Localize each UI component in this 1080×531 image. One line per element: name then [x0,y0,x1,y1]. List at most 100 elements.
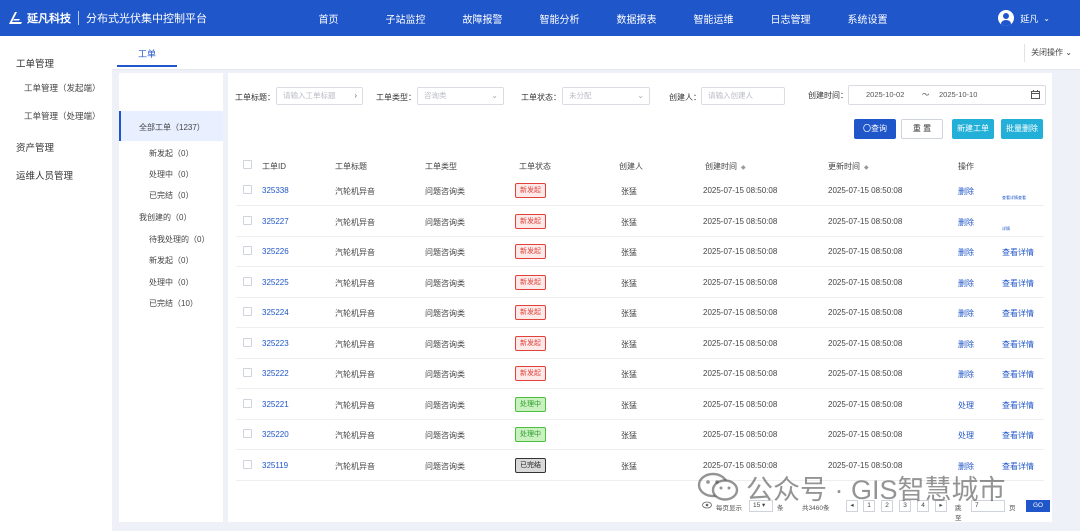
row-action-link[interactable]: 删除 [958,369,974,380]
view-detail-link[interactable]: 查看详情 [1002,430,1034,441]
filter-all[interactable]: 全部工单（1237） [139,122,205,133]
row-action-link[interactable]: 删除 [958,217,974,228]
status-filter-select[interactable]: 未分配 ⌄ [562,87,650,105]
status-badge: 已完结 [515,457,546,473]
sidebar-group-work-order[interactable]: 工单管理 [16,56,54,70]
work-order-id[interactable]: 325222 [262,369,289,378]
row-action-link[interactable]: 删除 [958,278,974,289]
row-checkbox[interactable] [243,337,252,347]
nav-smart-analysis[interactable]: 智能分析 [521,11,598,26]
status-badge: 处理中 [515,396,546,412]
view-detail-link[interactable]: 查看详情 [1002,308,1034,319]
work-order-id[interactable]: 325221 [262,400,289,409]
filter-new[interactable]: 新发起（0） [149,148,193,159]
column-header-updated[interactable]: 更新时间 ◆ [828,161,869,172]
work-order-title: 汽轮机异音 [335,187,375,196]
row-action-link[interactable]: 删除 [958,186,974,197]
row-checkbox[interactable] [243,307,252,316]
date-range-picker[interactable]: 2025-10-02 ～ 2025-10-10 [848,85,1046,105]
sidebar-item-work-order-handler[interactable]: 工单管理（处理端） [24,110,101,122]
filter-processing[interactable]: 处理中（0） [149,169,193,180]
sidebar-group-asset[interactable]: 资产管理 [16,140,54,154]
row-checkbox[interactable] [243,215,252,225]
creator: 张猛 [621,217,637,227]
work-order-id[interactable]: 325225 [262,278,289,287]
status-badge: 处理中 [515,427,546,442]
work-order-title: 汽轮机异音 [335,431,375,440]
row-action-link[interactable]: 处理 [958,400,974,411]
created-time: 2025-07-15 08:50:08 [703,308,778,317]
filter-mine-new[interactable]: 新发起（0） [149,255,193,266]
row-checkbox[interactable] [243,185,252,194]
sidebar-group-ops-staff[interactable]: 运维人员管理 [16,168,73,182]
view-detail-link[interactable]: 查看详情 [1002,339,1034,350]
sort-icon: ◆ [864,165,869,171]
user-avatar-icon [998,10,1015,26]
view-detail-link[interactable]: 查看详情 [1002,461,1034,472]
reset-button[interactable]: 重 置 [901,119,943,139]
close-operations-label: 关闭操作 [1031,48,1064,57]
column-header-created[interactable]: 创建时间 ◆ [705,161,746,172]
work-order-id[interactable]: 325227 [262,217,289,226]
row-action-link[interactable]: 删除 [958,339,974,350]
new-work-order-button[interactable]: 新建工单 [952,119,994,139]
query-button[interactable]: 〇查询 [854,119,896,139]
tab-work-order[interactable]: 工单 [117,47,177,67]
filter-completed[interactable]: 已完结（0） [149,190,193,201]
row-checkbox[interactable] [243,246,252,255]
brand-name: 延凡科技 [27,13,71,25]
row-action-link[interactable]: 删除 [958,247,974,258]
work-order-id[interactable]: 325224 [262,308,289,317]
row-action-link[interactable]: 删除 [958,308,974,319]
view-detail-link[interactable]: 详情 [1002,226,1010,232]
nav-substation-monitor[interactable]: 子站监控 [367,11,444,26]
creator-filter-placeholder: 请输入创建人 [708,91,753,100]
work-order-id[interactable]: 325119 [262,461,288,470]
row-action-link[interactable]: 处理 [958,430,974,441]
type-filter-label: 工单类型： [376,93,416,102]
nav-smart-ops[interactable]: 智能运维 [675,11,752,26]
table-row: 325226 汽轮机异音 问题咨询类 新发起 张猛 2025-07-15 08:50:08… [236,237,1044,267]
creator: 张猛 [621,461,637,471]
sidebar-item-work-order-initiator[interactable]: 工单管理（发起端） [24,82,101,94]
close-operations-button[interactable]: 关闭操作 ⌄ [1024,44,1072,62]
creator-filter-input[interactable]: 请输入创建人 [701,87,785,105]
work-order-id[interactable]: 325338 [262,186,289,195]
table-row: 325223 汽轮机异音 问题咨询类 新发起 张猛 2025-07-15 08:50:08… [236,329,1044,359]
title-divider [78,11,79,25]
row-checkbox[interactable] [243,276,252,286]
work-order-id[interactable]: 325223 [262,339,289,348]
view-detail-link[interactable]: 查看详情 [1002,247,1034,258]
row-checkbox[interactable] [243,398,252,408]
title-filter-input[interactable]: 请输入工单标题 › [276,87,363,105]
batch-delete-button[interactable]: 批量删除 [1001,119,1043,139]
select-all-checkbox[interactable] [243,160,252,169]
nav-home[interactable]: 首页 [290,11,367,26]
filter-mine-completed[interactable]: 已完结（10） [149,298,198,309]
row-checkbox[interactable] [243,429,252,438]
go-button[interactable]: GO [1026,500,1050,512]
row-checkbox[interactable] [243,368,252,377]
row-checkbox[interactable] [243,459,252,469]
watermark-text: 公众号 · GIS智慧城市 [746,474,1006,505]
work-order-id[interactable]: 325220 [262,430,289,439]
user-menu[interactable]: 延凡 ⌄ [998,0,1050,36]
nav-data-report[interactable]: 数据报表 [598,11,675,26]
brand-logo[interactable]: 延凡科技 [6,10,71,26]
status-badge: 新发起 [515,274,546,290]
view-detail-link[interactable]: 查看详情查看 [1002,195,1026,201]
filter-mine-processing[interactable]: 处理中（0） [149,277,193,288]
work-order-title: 汽轮机异音 [335,248,375,257]
nav-log-management[interactable]: 日志管理 [752,11,829,26]
type-filter-select[interactable]: 咨询类 ⌄ [417,87,504,105]
filter-pending-me[interactable]: 待我处理的（0） [149,234,209,245]
top-bar: 延凡科技 分布式光伏集中控制平台 首页 子站监控 故障报警 智能分析 数据报表 … [0,0,1080,36]
nav-system-settings[interactable]: 系统设置 [829,11,906,26]
filter-mine[interactable]: 我创建的（0） [139,212,191,223]
view-detail-link[interactable]: 查看详情 [1002,278,1034,289]
work-order-id[interactable]: 325226 [262,247,289,256]
time-filter-label: 创建时间： [808,91,848,100]
nav-fault-alarm[interactable]: 故障报警 [444,11,521,26]
view-detail-link[interactable]: 查看详情 [1002,400,1034,411]
view-detail-link[interactable]: 查看详情 [1002,369,1034,380]
